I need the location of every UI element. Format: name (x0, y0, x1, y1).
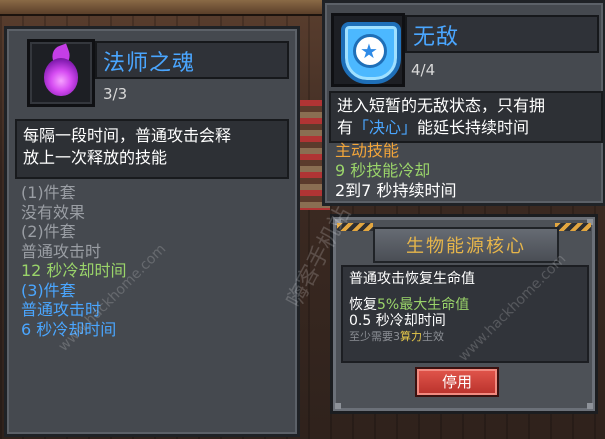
description-line: 放上一次释放的技能 (23, 148, 168, 167)
item-icon-frame (27, 39, 95, 107)
description-prefix: 有 (337, 118, 354, 137)
shield-inner-circle: ★ (353, 34, 387, 68)
dialog-title: 生物能源核心 (406, 236, 526, 257)
requirement-prefix: 至少需要3 (349, 330, 400, 343)
description-suffix: 能延长持续时间 (417, 118, 530, 137)
heal-prefix: 恢复 (349, 297, 377, 313)
dialog-body: 普通攻击恢复生命值 恢复5%最大生命值 0.5 秒冷却时间 至少需要3算力生效 (341, 265, 589, 363)
hazard-stripe (555, 223, 591, 231)
skill-duration: 2到7 秒持续时间 (335, 181, 457, 200)
skill-cooldown: 9 秒技能冷却 (335, 161, 431, 180)
skill-name: 无敌 (413, 25, 460, 50)
skill-tooltip-invincible: ★ 无敌 4/4 进入短暂的无敌状态，只有拥 有「决心」能延长持续时间 主动技能… (322, 0, 605, 206)
skill-stats: 主动技能 9 秒技能冷却 2到7 秒持续时间 (335, 141, 456, 201)
skill-icon-frame: ★ (331, 13, 405, 87)
set-line: 12 秒冷却时间 (21, 261, 127, 280)
heal-amount: 恢复5%最大生命值 (343, 297, 587, 313)
purple-soul-icon (44, 58, 78, 96)
bio-energy-core-dialog: 生物能源核心 普通攻击恢复生命值 恢复5%最大生命值 0.5 秒冷却时间 至少需… (330, 214, 598, 414)
description-line: 每隔一段时间，普通攻击会释 (23, 126, 232, 145)
star-icon: ★ (360, 39, 378, 63)
hazard-stripe (337, 223, 373, 231)
item-name-bar: 法师之魂 (95, 41, 289, 79)
set-line: 普通攻击时 (21, 241, 102, 261)
description-line: 有「决心」能延长持续时间 (331, 117, 601, 139)
description-line: 进入短暂的无敌状态，只有拥 (337, 96, 546, 115)
corner-rivet (335, 403, 341, 409)
set-line: 6 秒冷却时间 (21, 319, 117, 339)
set-line: (3)件套 (21, 280, 76, 300)
set-line: (2)件套 (21, 222, 76, 241)
skill-name-bar: 无敌 (405, 15, 599, 53)
skill-description: 进入短暂的无敌状态，只有拥 有「决心」能延长持续时间 (329, 91, 603, 143)
compute-keyword: 算力 (400, 330, 422, 343)
set-count: 3/3 (103, 85, 128, 103)
corner-rivet (587, 403, 593, 409)
effect-cooldown: 0.5 秒冷却时间 (349, 313, 446, 329)
resolve-keyword: 「决心」 (353, 118, 418, 137)
skill-count: 4/4 (411, 61, 436, 79)
skill-type-label: 主动技能 (335, 141, 400, 160)
requirement-text: 至少需要3算力生效 (343, 329, 587, 345)
set-line: 没有效果 (21, 202, 86, 222)
set-bonus-list: (1)件套 没有效果 (2)件套 普通攻击时 12 秒冷却时间 (3)件套 普通… (21, 183, 291, 339)
blue-star-shield-icon: ★ (341, 22, 401, 84)
item-tooltip-mage-soul: 法师之魂 3/3 每隔一段时间，普通攻击会释 放上一次释放的技能 (1)件套 没… (4, 26, 300, 437)
disable-button[interactable]: 停用 (415, 367, 499, 397)
set-line: (1)件套 (21, 183, 76, 202)
item-name: 法师之魂 (103, 51, 196, 76)
set-line: 普通攻击时 (21, 300, 102, 319)
dialog-title-bar: 生物能源核心 (373, 227, 559, 263)
requirement-suffix: 生效 (422, 330, 444, 343)
heal-value: 5%最大生命值 (377, 297, 470, 313)
item-description: 每隔一段时间，普通攻击会释 放上一次释放的技能 (15, 119, 289, 179)
effect-description: 普通攻击恢复生命值 (349, 271, 475, 287)
